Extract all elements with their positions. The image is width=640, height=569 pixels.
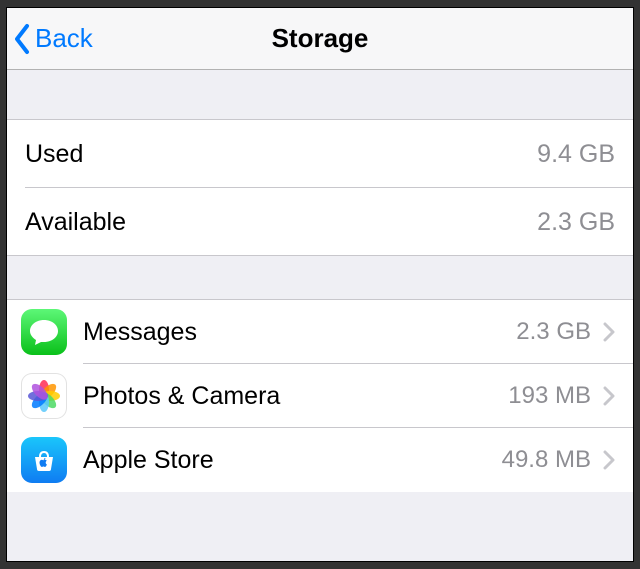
section-gap <box>7 70 633 120</box>
used-value: 9.4 GB <box>537 140 615 169</box>
page-title: Storage <box>7 23 633 54</box>
chevron-left-icon <box>13 23 31 55</box>
app-name: Apple Store <box>83 446 214 475</box>
available-value: 2.3 GB <box>537 208 615 237</box>
app-row-photos[interactable]: Photos & Camera 193 MB <box>7 364 633 428</box>
app-size: 193 MB <box>508 382 591 410</box>
section-gap <box>7 256 633 300</box>
apps-list: Messages 2.3 GB <box>7 300 633 492</box>
back-label: Back <box>35 23 93 54</box>
photos-icon <box>21 373 67 419</box>
chevron-right-icon <box>603 386 615 406</box>
chevron-right-icon <box>603 322 615 342</box>
used-label: Used <box>25 140 83 169</box>
back-button[interactable]: Back <box>7 23 93 55</box>
app-size: 49.8 MB <box>502 446 591 474</box>
storage-screen: Back Storage Used 9.4 GB Available 2.3 G… <box>6 7 634 562</box>
app-size: 2.3 GB <box>516 318 591 346</box>
messages-icon <box>21 309 67 355</box>
available-label: Available <box>25 208 126 237</box>
app-name: Photos & Camera <box>83 382 280 411</box>
chevron-right-icon <box>603 450 615 470</box>
app-row-messages[interactable]: Messages 2.3 GB <box>7 300 633 364</box>
app-row-apple-store[interactable]: Apple Store 49.8 MB <box>7 428 633 492</box>
used-row: Used 9.4 GB <box>7 120 633 188</box>
apple-store-icon <box>21 437 67 483</box>
available-row: Available 2.3 GB <box>7 188 633 256</box>
summary-list: Used 9.4 GB Available 2.3 GB <box>7 120 633 256</box>
app-name: Messages <box>83 318 197 347</box>
navbar: Back Storage <box>7 8 633 70</box>
